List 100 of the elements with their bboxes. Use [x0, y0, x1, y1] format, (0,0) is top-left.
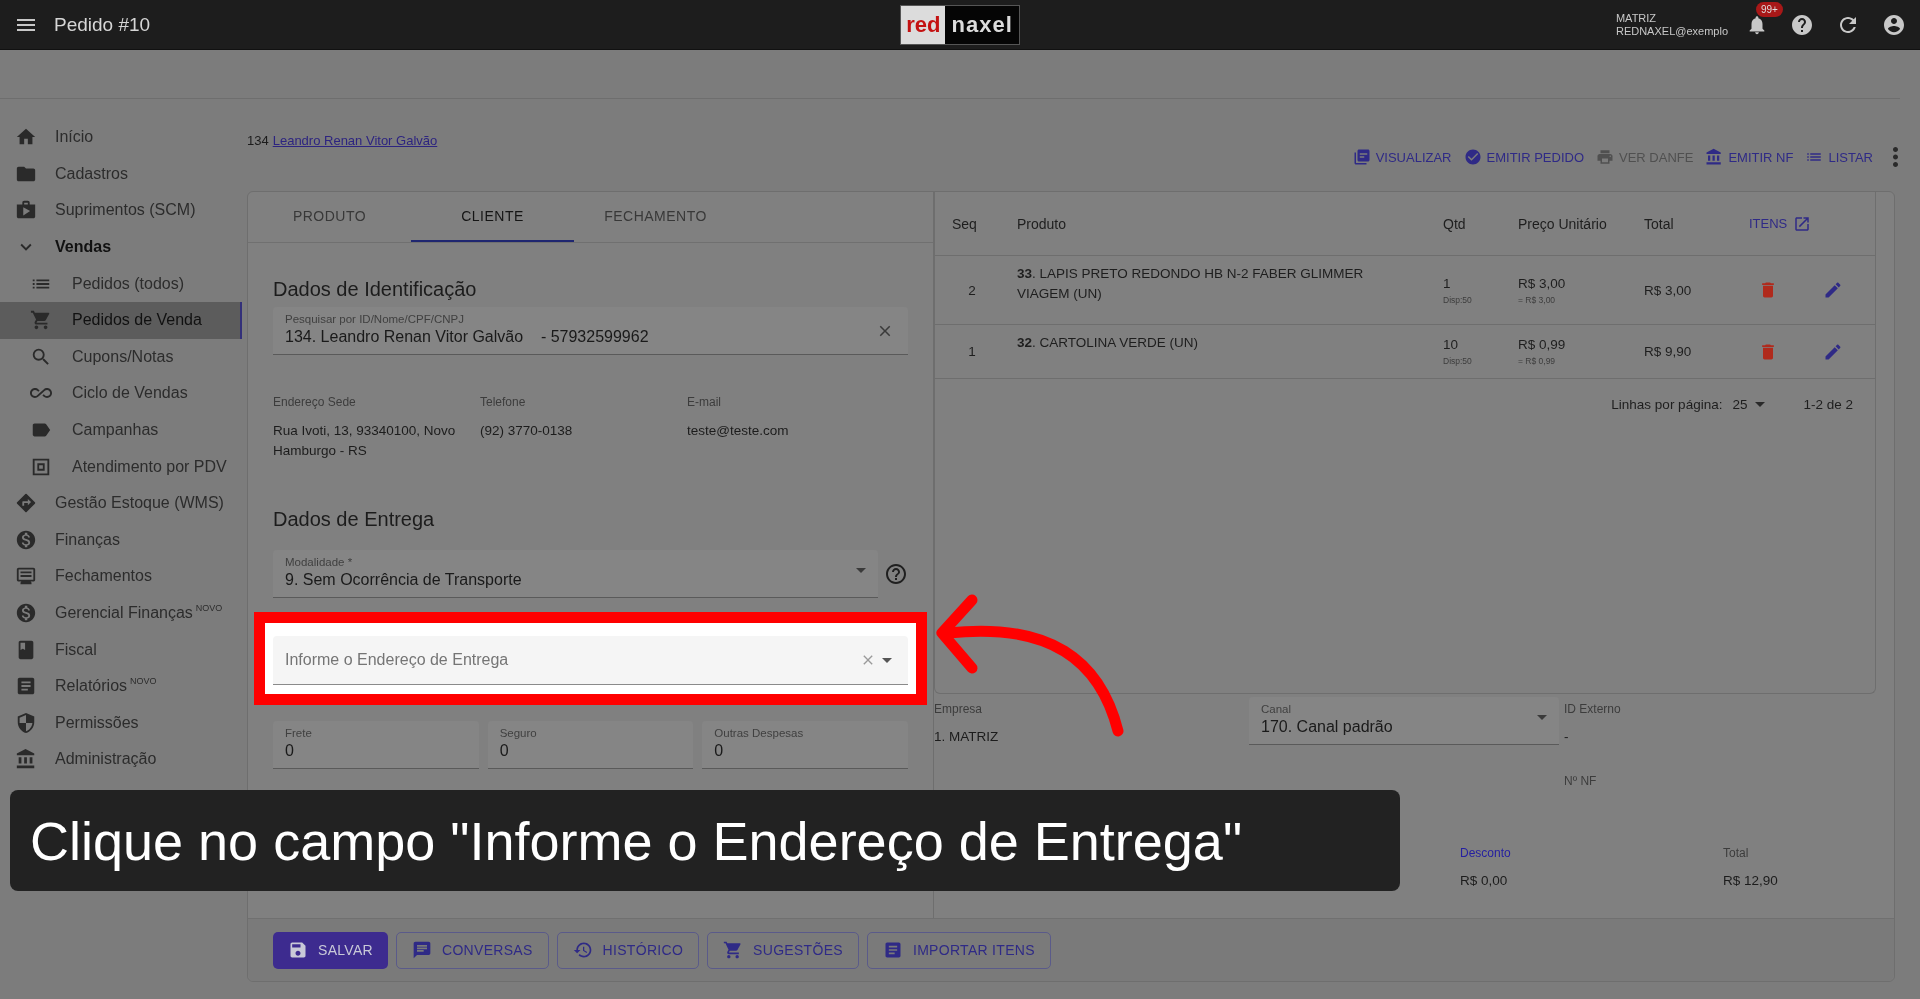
column-header: Produto: [1017, 215, 1068, 232]
sidebar-item[interactable]: Gestão Estoque (WMS): [0, 484, 242, 522]
rows-per-page-select[interactable]: 25: [1732, 396, 1766, 412]
sidebar-item[interactable]: Cupons/Notas: [0, 338, 242, 376]
table-cell-text: 1: [967, 344, 977, 359]
direction-sign-icon: [15, 492, 37, 515]
table-cell-text: 2: [967, 282, 977, 298]
column-header: Qtd: [1443, 215, 1467, 232]
info-label: Empresa: [934, 702, 984, 716]
footer-button[interactable]: CONVERSAS: [396, 931, 549, 969]
table-cell-text: 33. LAPIS PRETO REDONDO HB N-2 FABER GLIMMER VIAGEM (UN): [1017, 265, 1365, 303]
bank-icon: [1705, 148, 1724, 166]
info-label: Total: [1723, 846, 1750, 860]
sidebar-item[interactable]: Pedidos (todos): [0, 265, 242, 302]
sidebar-item[interactable]: Fechamentos: [0, 558, 242, 595]
new-label: NOVO: [130, 675, 157, 686]
sidebar-item[interactable]: Atendimento por PDV: [0, 448, 242, 485]
dropdown-icon: [856, 568, 866, 573]
items-link[interactable]: ITENS: [1738, 214, 1875, 233]
sidebar-item[interactable]: Ciclo de Vendas: [0, 375, 242, 412]
new-label: NOVO: [195, 602, 223, 613]
tab[interactable]: FECHAMENTO: [574, 192, 737, 242]
channel-select[interactable]: Canal 170. Canal padrão: [1249, 697, 1559, 745]
sidebar-item[interactable]: Gerencial Finanças $^{NOVO}$: [0, 594, 242, 632]
dropdown-icon: [1755, 401, 1766, 407]
cost-field[interactable]: Outras Despesas 0: [702, 721, 908, 769]
info-value: 1. MATRIZ: [934, 729, 1000, 744]
table-cell: R$ 3,00: [1518, 275, 1566, 291]
cart-icon: [30, 309, 52, 332]
more-button[interactable]: [1893, 147, 1898, 167]
info-value: Rua Ivoti, 13, 93340100, Novo Hamburgo - RS: [273, 422, 457, 460]
sidebar-item[interactable]: Vendas: [0, 228, 242, 266]
cost-field[interactable]: Frete 0: [273, 721, 479, 769]
sidebar-item[interactable]: Permissões: [0, 704, 242, 742]
cost-field[interactable]: Seguro 0: [487, 721, 694, 769]
footer-button[interactable]: HISTÓRICO: [556, 931, 700, 969]
info-value: R$ 0,00: [1460, 873, 1509, 888]
delivery-address-select[interactable]: Informe o Endereço de Entrega: [273, 636, 908, 685]
info-value: teste@teste.com: [687, 422, 790, 440]
save-icon: [288, 940, 308, 960]
info-value: (92) 3770-0138: [480, 422, 574, 440]
info-link[interactable]: Desconto: [1460, 846, 1723, 860]
user-name: REDNAXEL@exemplo: [1615, 24, 1728, 38]
table-cell: 10: [1443, 337, 1459, 352]
action-button[interactable]: VISUALIZAR: [1352, 148, 1452, 166]
page-range: 1-2 de 2: [1803, 396, 1853, 412]
rows-per-page-label: Linhas por página:: [1611, 396, 1723, 412]
notification-badge: 99+: [1756, 1, 1783, 17]
action-button[interactable]: EMITIR NF: [1705, 148, 1794, 166]
info-label: E-mail: [687, 395, 722, 409]
sidebar-item[interactable]: Campanhas: [0, 411, 242, 449]
page-title: Pedido #10: [54, 13, 151, 36]
footer-button[interactable]: SALVAR: [273, 931, 388, 969]
edit-icon[interactable]: [1823, 280, 1843, 300]
document-icon: [1352, 148, 1371, 166]
help-button[interactable]: [1790, 12, 1814, 37]
logo-text: naxel: [945, 5, 1019, 44]
price-note: = R$ 3,00: [1518, 294, 1557, 305]
account-button[interactable]: [1882, 12, 1906, 37]
more-icon: [1893, 147, 1898, 167]
company-name: MATRIZ: [1615, 11, 1658, 25]
column-header: Seq: [951, 215, 978, 232]
customer-link[interactable]: Leandro Renan Vitor Galvão: [272, 133, 438, 149]
dropdown-icon: [882, 657, 892, 663]
sidebar-item[interactable]: Finanças: [0, 521, 242, 559]
stock-note: Disp:50: [1443, 294, 1473, 305]
printer-icon: [1596, 148, 1615, 166]
sidebar-item[interactable]: Início: [0, 119, 242, 156]
tab[interactable]: CLIENTE: [411, 192, 574, 242]
column-header: Total: [1644, 215, 1675, 232]
stock-note: Disp:50: [1443, 356, 1473, 366]
sidebar-item[interactable]: Administração: [0, 741, 242, 778]
section-heading: Dados de Entrega: [273, 507, 436, 532]
dropdown-icon: [1537, 715, 1547, 720]
dollar-icon: [15, 528, 37, 551]
info-label: Endereço Sede: [273, 395, 357, 409]
info-label: ID Externo: [1564, 702, 1622, 716]
sidebar-item[interactable]: Pedidos de Venda: [0, 301, 242, 339]
info-value: R$ 12,90: [1723, 873, 1779, 888]
table-cell: R$ 0,99: [1518, 337, 1566, 352]
info-label: Telefone: [480, 395, 527, 409]
action-button[interactable]: LISTAR: [1805, 148, 1873, 166]
column-header: Preço Unitário: [1518, 214, 1608, 234]
modality-select[interactable]: Modalidade * 9. Sem Ocorrência de Transporte: [273, 550, 878, 598]
customer-search-field[interactable]: Pesquisar por ID/Nome/CPF/CNPJ 134. Leandro Renan Vitor Galvão - 57932599962: [273, 307, 908, 355]
footer-button[interactable]: IMPORTAR ITENS: [866, 931, 1051, 969]
section-heading: Dados de Identificação: [273, 277, 478, 302]
sidebar-item[interactable]: Relatórios $^{NOVO}$: [0, 667, 242, 705]
action-button[interactable]: EMITIR PEDIDO: [1463, 148, 1585, 166]
sidebar-item[interactable]: Suprimentos (SCM): [0, 192, 242, 229]
tab[interactable]: PRODUTO: [248, 192, 411, 242]
help-icon[interactable]: [884, 562, 908, 586]
footer-button[interactable]: SUGESTÕES: [707, 931, 859, 969]
sidebar-item[interactable]: Cadastros: [0, 155, 242, 193]
help-icon: [1790, 12, 1814, 37]
sidebar-item[interactable]: Fiscal: [0, 631, 242, 668]
info-label: Nº NF: [1564, 774, 1598, 788]
price-note: = R$ 0,99: [1518, 356, 1557, 366]
table-cell-text: R$ 3,00: [1644, 282, 1693, 298]
chat-icon: [412, 940, 432, 960]
